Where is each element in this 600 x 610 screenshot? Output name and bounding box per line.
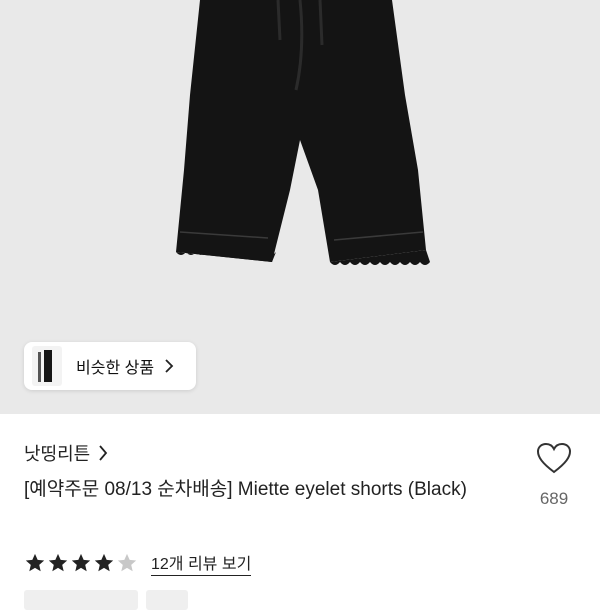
star-filled-icon [25,553,45,572]
similar-products-label: 비슷한 상품 [76,360,155,377]
like-count: 689 [539,489,569,508]
chevron-right-icon [98,445,108,461]
star-filled-icon [48,553,68,572]
heart-outline-icon [536,442,572,474]
rating-stars [24,552,139,574]
review-link[interactable]: 12개 리뷰 보기 [151,550,252,576]
product-tag [146,590,188,610]
similar-products-button[interactable]: 비슷한 상품 [24,342,196,390]
similar-thumbnail [32,346,62,386]
product-image[interactable]: 비슷한 상품 [0,0,600,414]
star-filled-icon [94,553,114,572]
store-link[interactable]: 낫띵리튼 [24,440,108,466]
star-filled-icon [71,553,91,572]
like-button[interactable]: 689 [528,442,580,509]
product-tag [24,590,138,610]
rating-row: 12개 리뷰 보기 [24,550,252,576]
tag-list [24,590,196,610]
store-name: 낫띵리튼 [24,444,91,464]
star-empty-icon [117,553,137,572]
chevron-right-icon [164,359,174,373]
product-title: [예약주문 08/13 순차배송] Miette eyelet shorts (… [24,479,467,500]
